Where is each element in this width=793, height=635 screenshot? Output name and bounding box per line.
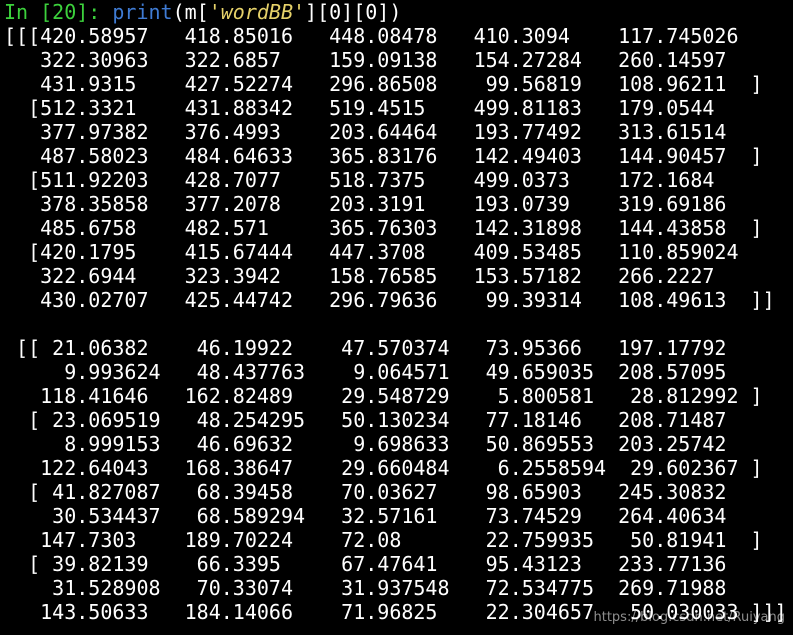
output-line: 9.993624 48.437763 9.064571 49.659035 20… <box>4 360 727 384</box>
output-line: 31.528908 70.33074 31.937548 72.534775 2… <box>4 576 727 600</box>
output-line: 487.58023 484.64633 365.83176 142.49403 … <box>4 144 763 168</box>
output-line: 431.9315 427.52274 296.86508 99.56819 10… <box>4 72 763 96</box>
watermark-text: https://blog.csdn.net/Ruiyang <box>593 610 785 625</box>
output-line: 322.6944 323.3942 158.76585 153.57182 26… <box>4 264 715 288</box>
code-string-key: 'wordBB' <box>208 0 306 24</box>
code-close: ][0][0]) <box>305 0 402 24</box>
output-line: 322.30963 322.6857 159.09138 154.27284 2… <box>4 48 727 72</box>
output-line: 377.97382 376.4993 203.64464 193.77492 3… <box>4 120 727 144</box>
output-line: [511.92203 428.7077 518.7375 499.0373 17… <box>4 168 715 192</box>
input-prompt-line: In [20]: print(m['wordBB'][0][0]) <box>0 0 793 24</box>
terminal-output[interactable]: In [20]: print(m['wordBB'][0][0]) [[[420… <box>0 0 793 635</box>
output-line: 30.534437 68.589294 32.57161 73.74529 26… <box>4 504 727 528</box>
output-line: 118.41646 162.82489 29.548729 5.800581 2… <box>4 384 763 408</box>
output-line: 430.02707 425.44742 296.79636 99.39314 1… <box>4 288 775 312</box>
output-line: [[[420.58957 418.85016 448.08478 410.309… <box>4 24 739 48</box>
output-line: [ 39.82139 66.3395 67.47641 95.43123 233… <box>4 552 727 576</box>
prompt-label: In [20]: <box>4 0 113 24</box>
output-line: 8.999153 46.69632 9.698633 50.869553 203… <box>4 432 727 456</box>
code-open: (m[ <box>172 0 209 24</box>
output-line: [420.1795 415.67444 447.3708 409.53485 1… <box>4 240 739 264</box>
print-keyword: print <box>112 0 173 24</box>
output-line: [512.3321 431.88342 519.4515 499.81183 1… <box>4 96 715 120</box>
output-line: 122.64043 168.38647 29.660484 6.2558594 … <box>4 456 763 480</box>
output-line: [ 23.069519 48.254295 50.130234 77.18146… <box>4 408 727 432</box>
output-line: 378.35858 377.2078 203.3191 193.0739 319… <box>4 192 727 216</box>
output-line: [[ 21.06382 46.19922 47.570374 73.95366 … <box>4 336 727 360</box>
output-line: 485.6758 482.571 365.76303 142.31898 144… <box>4 216 763 240</box>
output-line: [ 41.827087 68.39458 70.03627 98.65903 2… <box>4 480 727 504</box>
output-line: 147.7303 189.70224 72.08 22.759935 50.81… <box>4 528 763 552</box>
